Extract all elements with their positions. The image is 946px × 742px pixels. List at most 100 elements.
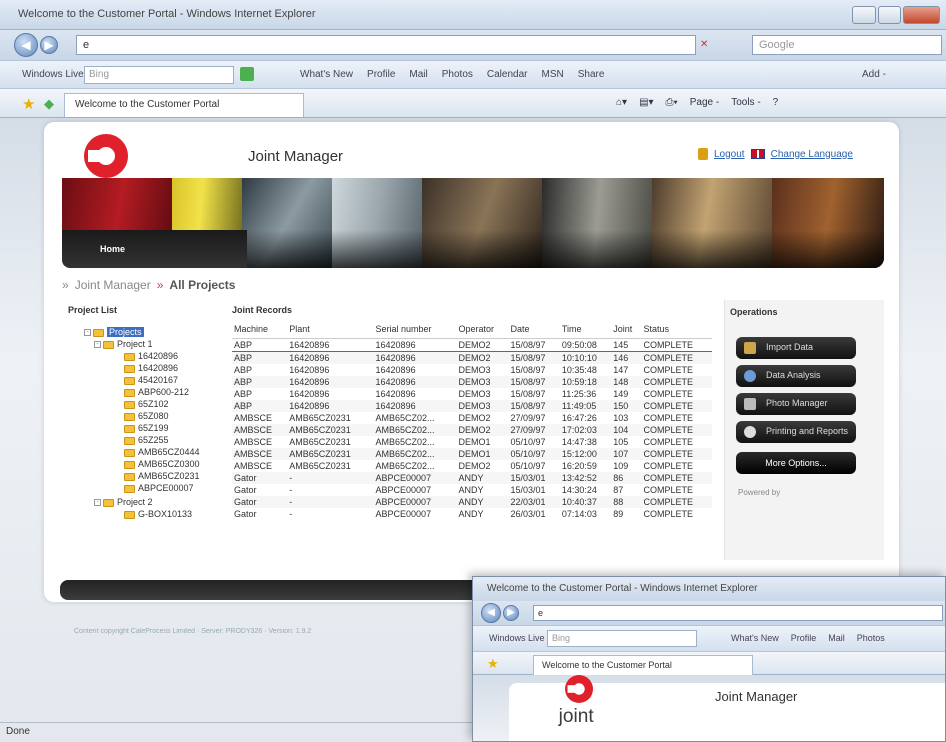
- table-row[interactable]: ABP 16420896 16420896 DEMO2 15/08/97 10:10:10…: [232, 351, 712, 364]
- photo-manager-button[interactable]: Photo Manager: [736, 393, 856, 415]
- table-row[interactable]: ABP 16420896 16420896 DEMO3 15/08/97 10:59:18…: [232, 375, 712, 388]
- table-row[interactable]: ABP 16420896 16420896 DEMO3 15/08/97 11:25:36…: [232, 388, 712, 400]
- back-button[interactable]: ◀: [14, 33, 38, 57]
- tree-item[interactable]: 65Z080: [124, 410, 169, 422]
- column-header[interactable]: Machine: [232, 320, 288, 339]
- tree-item[interactable]: AMB65CZ0444: [124, 446, 200, 458]
- table-cell: DEMO3: [456, 399, 509, 412]
- breadcrumb-root[interactable]: Joint Manager: [75, 278, 151, 292]
- windows-live-link[interactable]: Windows Live: [489, 633, 545, 643]
- browser-tab[interactable]: Welcome to the Customer Portal: [64, 93, 304, 117]
- column-header[interactable]: Operator: [456, 320, 509, 339]
- forward-button[interactable]: ▶: [40, 36, 58, 54]
- bing-search-input[interactable]: Bing: [547, 630, 697, 647]
- column-header[interactable]: Time: [559, 320, 612, 339]
- stop-icon[interactable]: ✕: [700, 39, 708, 50]
- table-row[interactable]: Gator - ABPCE00007 ANDY 15/03/01 14:30:24 87 CO…: [232, 484, 712, 496]
- table-row[interactable]: AMBSCE AMB65CZ0231 AMB65CZ02... DEMO2 27/09/…: [232, 423, 712, 436]
- tree-item[interactable]: AMB65CZ0300: [124, 458, 200, 470]
- tree-item[interactable]: 45420167: [124, 374, 178, 386]
- link-photos[interactable]: Photos: [442, 69, 473, 80]
- analysis-icon: [744, 370, 756, 382]
- table-row[interactable]: Gator - ABPCE00007 ANDY 22/03/01 10:40:37 88 CO…: [232, 495, 712, 508]
- column-header[interactable]: Status: [641, 320, 712, 339]
- tree-item[interactable]: 65Z199: [124, 422, 169, 434]
- table-row[interactable]: ABP 16420896 16420896 DEMO3 15/08/97 10:35:48…: [232, 364, 712, 376]
- table-cell: ABPCE00007: [373, 495, 457, 508]
- logout-link[interactable]: Logout: [714, 149, 745, 160]
- table-cell: 10:10:10: [559, 351, 612, 364]
- nav-home[interactable]: Home: [62, 230, 247, 268]
- add-link[interactable]: Add -: [862, 69, 886, 80]
- column-header[interactable]: Plant: [287, 320, 374, 339]
- second-browser-window[interactable]: Welcome to the Customer Portal - Windows…: [472, 576, 946, 742]
- table-row[interactable]: ABP 16420896 16420896 DEMO3 15/08/97 11:49:05…: [232, 399, 712, 412]
- tree-item[interactable]: ABP600-212: [124, 386, 189, 398]
- table-cell: COMPLETE: [641, 375, 712, 388]
- link-mail[interactable]: Mail: [409, 69, 427, 80]
- table-row[interactable]: ABP 16420896 16420896 DEMO2 15/08/97 09:50:08…: [232, 337, 712, 352]
- import-data-button[interactable]: Import Data: [736, 337, 856, 359]
- tree-project[interactable]: - Project 1: [94, 338, 153, 350]
- table-row[interactable]: AMBSCE AMB65CZ0231 AMB65CZ02... DEMO1 05/10/…: [232, 447, 712, 460]
- table-cell: 16420896: [373, 399, 457, 412]
- tree-item[interactable]: AMB65CZ0231: [124, 470, 200, 482]
- page-menu[interactable]: Page -: [690, 97, 719, 108]
- table-row[interactable]: AMBSCE AMB65CZ0231 AMB65CZ02... DEMO1 05/10/…: [232, 436, 712, 448]
- table-row[interactable]: Gator - ABPCE00007 ANDY 15/03/01 13:42:52 86 CO…: [232, 471, 712, 484]
- tree-item[interactable]: 65Z102: [124, 398, 169, 410]
- maximize-button[interactable]: [877, 6, 902, 24]
- favorites-star-icon[interactable]: ★: [22, 95, 35, 113]
- link-whats-new[interactable]: What's New: [300, 69, 353, 80]
- column-header[interactable]: Date: [508, 320, 560, 339]
- link-calendar[interactable]: Calendar: [487, 69, 528, 80]
- column-header[interactable]: Joint: [611, 320, 642, 339]
- back-button[interactable]: ◀: [481, 603, 501, 623]
- table-row[interactable]: AMBSCE AMB65CZ0231 AMB65CZ02... DEMO2 27/09/…: [232, 412, 712, 424]
- tree-item[interactable]: 16420896: [124, 362, 178, 374]
- close-button[interactable]: [903, 6, 941, 24]
- tree-item[interactable]: 65Z255: [124, 434, 169, 446]
- more-options-button[interactable]: More Options...: [736, 452, 856, 474]
- bing-search-button[interactable]: [240, 67, 254, 81]
- tree-item[interactable]: 16420896: [124, 350, 178, 362]
- home-icon[interactable]: ⌂▾: [616, 97, 627, 108]
- favorites-star-icon[interactable]: ★: [487, 656, 499, 672]
- link-whats-new[interactable]: What's New: [731, 633, 779, 643]
- link-mail[interactable]: Mail: [828, 633, 845, 643]
- tree-root[interactable]: - Projects: [84, 326, 144, 338]
- forward-button[interactable]: ▶: [503, 605, 519, 621]
- add-favorite-icon[interactable]: ◆: [44, 96, 54, 112]
- feeds-icon[interactable]: ▤▾: [639, 97, 653, 108]
- table-row[interactable]: AMBSCE AMB65CZ0231 AMB65CZ02... DEMO2 05/10/…: [232, 460, 712, 472]
- data-analysis-button[interactable]: Data Analysis: [736, 365, 856, 387]
- search-box[interactable]: Google: [752, 35, 942, 55]
- column-header[interactable]: Serial number: [373, 320, 457, 339]
- table-row[interactable]: Gator - ABPCE00007 ANDY 26/03/01 07:14:03 89 CO…: [232, 508, 712, 520]
- tree-item[interactable]: G-BOX10133: [124, 508, 192, 520]
- link-photos[interactable]: Photos: [857, 633, 885, 643]
- tree-item[interactable]: ABPCE00007: [124, 482, 194, 494]
- table-cell: 148: [611, 375, 642, 388]
- table-cell: COMPLETE: [643, 364, 694, 375]
- change-language-link[interactable]: Change Language: [771, 149, 853, 160]
- link-profile[interactable]: Profile: [791, 633, 817, 643]
- help-menu[interactable]: ?: [773, 97, 779, 108]
- address-bar[interactable]: e: [533, 605, 943, 621]
- link-share[interactable]: Share: [578, 69, 605, 80]
- table-cell: AMB65CZ02...: [375, 436, 435, 447]
- tools-menu[interactable]: Tools -: [731, 97, 760, 108]
- breadcrumb-sep: »: [62, 278, 69, 292]
- bing-search-input[interactable]: Bing: [84, 66, 234, 84]
- table-cell: 147: [613, 364, 629, 375]
- windows-live-link[interactable]: Windows Live: [22, 69, 84, 80]
- table-cell: 103: [613, 412, 629, 423]
- print-icon[interactable]: ⎙▾: [666, 97, 678, 108]
- window-title: Welcome to the Customer Portal - Windows…: [18, 8, 316, 20]
- address-bar[interactable]: e: [76, 35, 696, 55]
- tree-project[interactable]: - Project 2: [94, 496, 153, 508]
- link-msn[interactable]: MSN: [541, 69, 563, 80]
- printing-reports-button[interactable]: Printing and Reports: [736, 421, 856, 443]
- minimize-button[interactable]: [852, 6, 876, 24]
- link-profile[interactable]: Profile: [367, 69, 395, 80]
